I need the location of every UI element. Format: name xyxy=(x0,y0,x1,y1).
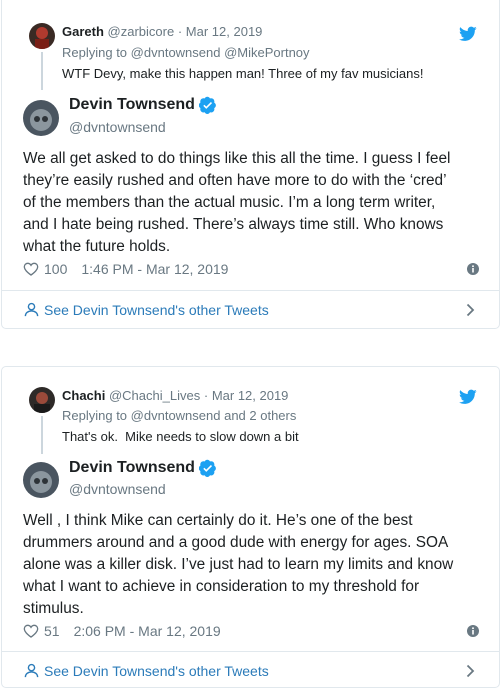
see-more-label[interactable]: See Devin Townsend's other Tweets xyxy=(44,302,269,318)
reply-mentions[interactable]: @dvntownsend @MikePortnoy xyxy=(131,45,310,60)
thread-line xyxy=(41,416,43,454)
tweet-timestamp[interactable]: 1:46 PM - Mar 12, 2019 xyxy=(81,261,228,277)
tweet-text-line: what I want to achieve in consideration … xyxy=(23,578,420,595)
parent-author-handle[interactable]: @zarbicore xyxy=(108,24,175,39)
person-icon xyxy=(24,663,39,678)
replying-to-label: Replying to xyxy=(62,45,128,60)
tweet-text: We all get asked to do things like this … xyxy=(23,148,481,258)
tweet-text: Well , I think Mike can certainly do it.… xyxy=(23,510,481,620)
parent-date[interactable]: Mar 12, 2019 xyxy=(186,24,263,39)
parent-tweet-text: That's ok. Mike needs to slow down a bit xyxy=(62,429,299,444)
replying-to: Replying to @dvntownsend and 2 others xyxy=(62,408,296,423)
tweet-text-line: and I hate being rushed. There’s always … xyxy=(23,216,444,233)
separator-dot: · xyxy=(177,24,183,39)
parent-header: Chachi @Chachi_Lives · Mar 12, 2019 xyxy=(62,388,288,403)
parent-tweet-text: WTF Devy, make this happen man! Three of… xyxy=(62,66,424,81)
verified-badge-icon xyxy=(198,96,216,114)
parent-date[interactable]: Mar 12, 2019 xyxy=(212,388,289,403)
thread-line xyxy=(41,52,43,90)
tweet-timestamp[interactable]: 2:06 PM - Mar 12, 2019 xyxy=(74,623,221,639)
info-icon[interactable] xyxy=(467,263,479,275)
author-name[interactable]: Devin Townsend xyxy=(69,459,195,477)
avatar[interactable] xyxy=(29,387,55,413)
author-avatar[interactable] xyxy=(23,100,59,136)
verified-badge-icon xyxy=(198,459,216,477)
tweet-text-line: drummers around and a good dude with ene… xyxy=(23,534,449,551)
replying-to: Replying to @dvntownsend @MikePortnoy xyxy=(62,45,310,60)
person-icon xyxy=(24,302,39,317)
author-name-row[interactable]: Devin Townsend xyxy=(69,96,217,114)
like-count[interactable]: 100 xyxy=(44,261,67,277)
author-handle[interactable]: @dvntownsend xyxy=(69,119,166,135)
avatar[interactable] xyxy=(29,23,55,49)
tweet-text-line: they’re easily rushed and often have mor… xyxy=(23,172,447,189)
parent-author-handle[interactable]: @Chachi_Lives xyxy=(109,388,200,403)
author-name-row[interactable]: Devin Townsend xyxy=(69,459,217,477)
info-icon[interactable] xyxy=(467,625,479,637)
heart-icon[interactable] xyxy=(23,624,39,638)
tweet-text-line: stimulus. xyxy=(23,600,84,617)
author-name[interactable]: Devin Townsend xyxy=(69,96,195,114)
reply-mentions[interactable]: @dvntownsend and 2 others xyxy=(131,408,297,423)
author-handle[interactable]: @dvntownsend xyxy=(69,481,166,497)
parent-tweet[interactable]: Gareth @zarbicore · Mar 12, 2019 Replyin… xyxy=(26,0,499,90)
author-avatar[interactable] xyxy=(23,462,59,498)
chevron-right-icon[interactable] xyxy=(466,303,475,317)
tweet-text-line: what the future holds. xyxy=(23,238,171,255)
replying-to-label: Replying to xyxy=(62,408,128,423)
see-more-tweets-link[interactable]: See Devin Townsend's other Tweets xyxy=(2,291,499,329)
tweet-text-line: We all get asked to do things like this … xyxy=(23,150,451,167)
heart-icon[interactable] xyxy=(23,262,39,276)
tweet-meta: 51 2:06 PM - Mar 12, 2019 xyxy=(23,623,479,639)
like-count[interactable]: 51 xyxy=(44,623,60,639)
parent-header: Gareth @zarbicore · Mar 12, 2019 xyxy=(62,24,262,39)
see-more-tweets-link[interactable]: See Devin Townsend's other Tweets xyxy=(2,652,499,689)
tweet-text-line: Well , I think Mike can certainly do it.… xyxy=(23,512,413,529)
separator-dot: · xyxy=(203,388,209,403)
tweet-text-line: of the members than the actual music. I’… xyxy=(23,194,436,211)
tweet-card-2: Chachi @Chachi_Lives · Mar 12, 2019 Repl… xyxy=(1,366,500,688)
see-more-label[interactable]: See Devin Townsend's other Tweets xyxy=(44,663,269,679)
tweet-card-1: Gareth @zarbicore · Mar 12, 2019 Replyin… xyxy=(1,0,500,329)
parent-tweet[interactable]: Chachi @Chachi_Lives · Mar 12, 2019 Repl… xyxy=(26,367,499,457)
chevron-right-icon[interactable] xyxy=(466,664,475,678)
tweet-text-line: alone was a killer disk. I’ve just had t… xyxy=(23,556,454,573)
tweet-meta: 100 1:46 PM - Mar 12, 2019 xyxy=(23,261,479,277)
twitter-bird-icon[interactable] xyxy=(459,389,477,405)
parent-author-name[interactable]: Chachi xyxy=(62,388,105,403)
parent-author-name[interactable]: Gareth xyxy=(62,24,104,39)
twitter-bird-icon[interactable] xyxy=(459,26,477,42)
